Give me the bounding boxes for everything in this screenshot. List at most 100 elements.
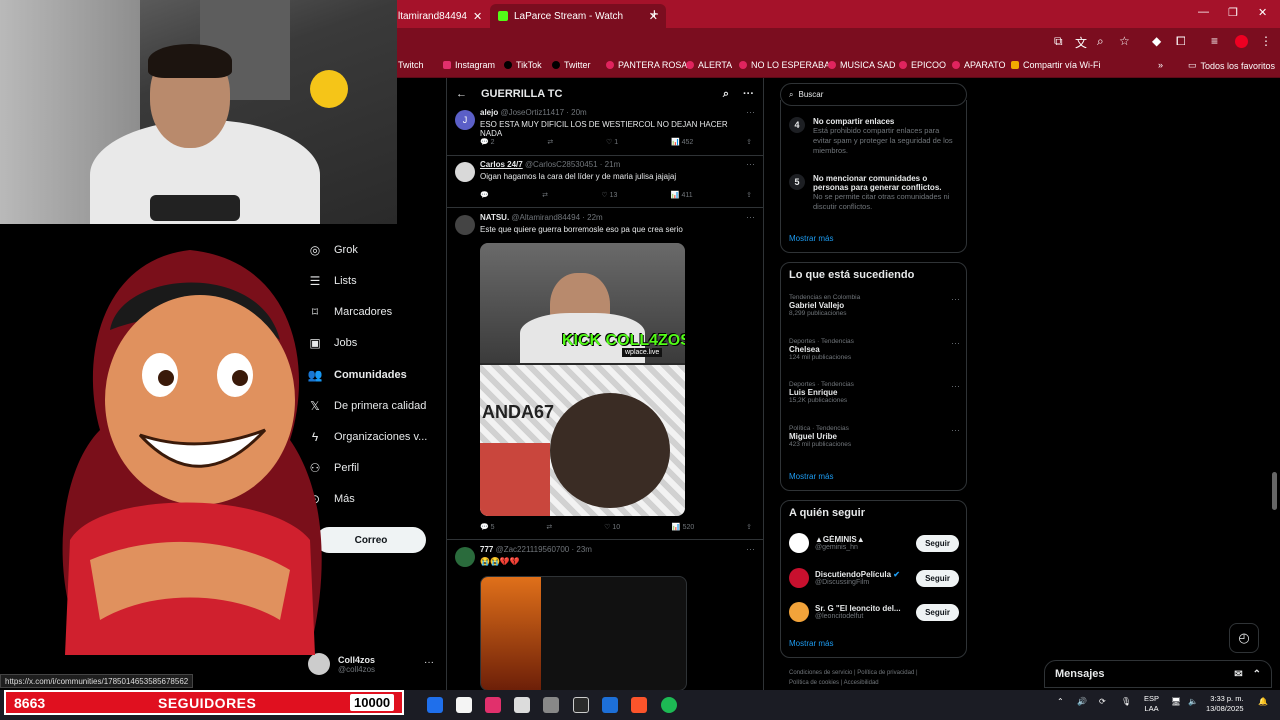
views-icon[interactable]: 📊 520 bbox=[672, 523, 694, 531]
footer-link[interactable]: Política de privacidad bbox=[857, 670, 914, 676]
tweet[interactable]: Carlos 24/7 @CarlosC28530451 · 21m ··· O… bbox=[447, 156, 763, 208]
reply-icon[interactable]: 💬 2 bbox=[480, 138, 495, 146]
tweet-more-icon[interactable]: ··· bbox=[746, 212, 755, 222]
reply-icon[interactable]: 💬 5 bbox=[480, 523, 495, 531]
extension-icon[interactable]: ◆ bbox=[1152, 34, 1161, 48]
bookmark-item[interactable]: TikTok bbox=[504, 60, 542, 70]
follow-suggestion[interactable]: DiscutiendoPelícula ✔ @DiscussingFilm Seg… bbox=[789, 568, 959, 588]
scrollbar-thumb[interactable] bbox=[1272, 472, 1277, 510]
follow-suggestion[interactable]: Sr. G "El leoncito del... ✔@leoncitodelf… bbox=[789, 602, 959, 622]
edge-icon[interactable] bbox=[427, 697, 443, 713]
network-icon[interactable]: 🖥 bbox=[1171, 697, 1181, 706]
cast-icon[interactable]: ⧉ bbox=[1054, 34, 1063, 49]
tiktok-app-icon[interactable] bbox=[485, 697, 501, 713]
retweet-icon[interactable]: ⇄ bbox=[546, 523, 552, 531]
tray-overflow-icon[interactable]: ⌃ bbox=[1057, 697, 1064, 706]
app-icon[interactable] bbox=[602, 697, 618, 713]
trend-item[interactable]: Política · Tendencias Miguel Uribe 423 mil… bbox=[789, 425, 960, 448]
mic-icon[interactable]: 🎙 bbox=[1121, 697, 1131, 706]
trend-more-icon[interactable]: ··· bbox=[951, 294, 960, 304]
notepad-icon[interactable] bbox=[514, 697, 530, 713]
bookmark-item[interactable]: MUSICA SAD bbox=[828, 60, 896, 70]
avatar[interactable] bbox=[789, 533, 809, 553]
new-tab-button[interactable]: + bbox=[650, 6, 659, 23]
trend-item[interactable]: Tendencias en Colombia Gabriel Vallejo 8,2… bbox=[789, 294, 960, 317]
tweet-media[interactable]: KICK COLL4ZOS wplace.live ANDA67 bbox=[480, 243, 685, 516]
all-bookmarks[interactable]: ▭ Todos los favoritos bbox=[1188, 60, 1275, 71]
notification-icon[interactable]: 🔔 bbox=[1258, 697, 1268, 706]
show-more-link[interactable]: Mostrar más bbox=[789, 234, 833, 243]
minimize-icon[interactable]: — bbox=[1198, 6, 1209, 18]
avatar[interactable]: J bbox=[455, 110, 475, 130]
new-message-icon[interactable]: ✉ bbox=[1234, 669, 1242, 680]
share-icon[interactable]: ⇪ bbox=[746, 523, 752, 531]
search-icon[interactable]: ⌕ bbox=[723, 88, 729, 101]
translate-icon[interactable]: 文 bbox=[1075, 34, 1087, 51]
tweet-author[interactable]: Carlos 24/7 @CarlosC28530451 · 21m bbox=[480, 160, 620, 169]
bookmark-item[interactable]: Instagram bbox=[443, 60, 495, 70]
follow-button[interactable]: Seguir bbox=[916, 569, 959, 587]
avatar[interactable] bbox=[789, 602, 809, 622]
zoom-icon[interactable]: ⌕ bbox=[1097, 34, 1104, 49]
retweet-icon[interactable]: ⇄ bbox=[547, 138, 553, 146]
star-icon[interactable]: ☆ bbox=[1119, 34, 1130, 48]
footer-link[interactable]: Condiciones de servicio bbox=[789, 670, 852, 676]
back-arrow-icon[interactable]: ← bbox=[456, 88, 467, 100]
spotify-icon[interactable] bbox=[661, 697, 677, 713]
expand-icon[interactable]: ⌃ bbox=[1253, 669, 1261, 680]
capture-icon[interactable] bbox=[573, 697, 589, 713]
avatar[interactable] bbox=[789, 568, 809, 588]
browser-tab[interactable]: ltamirand84494 ✕ bbox=[390, 4, 490, 28]
bookmark-item[interactable]: PANTERA ROSA bbox=[606, 60, 687, 70]
trend-more-icon[interactable]: ··· bbox=[951, 338, 960, 348]
footer-link[interactable]: Política de cookies bbox=[789, 680, 839, 686]
trend-more-icon[interactable]: ··· bbox=[951, 381, 960, 391]
puzzle-icon[interactable]: ⧠ bbox=[1176, 34, 1186, 49]
clock[interactable]: 3:33 p. m. 13/08/2025 bbox=[1206, 694, 1244, 714]
tweet-author[interactable]: alejo @JoseOrtiz11417 · 20m bbox=[480, 108, 587, 117]
share-icon[interactable]: ⇪ bbox=[746, 191, 752, 199]
kebab-menu-icon[interactable]: ⋮ bbox=[1260, 34, 1272, 48]
tweet[interactable]: 777 @Zac221119560700 · 23m ··· 😭😭💔💔 bbox=[447, 541, 763, 698]
show-more-link[interactable]: Mostrar más bbox=[789, 472, 833, 481]
bookmark-item[interactable]: Twitter bbox=[552, 60, 591, 70]
language-indicator[interactable]: ESP LAA bbox=[1144, 694, 1159, 714]
avatar[interactable] bbox=[455, 547, 475, 567]
messages-drawer[interactable]: Mensajes ✉ ⌃ bbox=[1044, 660, 1272, 688]
bookmarks-overflow-icon[interactable]: » bbox=[1158, 60, 1163, 70]
tweet-author[interactable]: 777 @Zac221119560700 · 23m bbox=[480, 545, 592, 554]
bookmark-item[interactable]: ALERTA bbox=[686, 60, 732, 70]
bookmark-item[interactable]: Compartir vía Wi-Fi bbox=[1011, 60, 1101, 70]
tweet[interactable]: NATSU. @Altamirand84494 · 22m ··· Este q… bbox=[447, 209, 763, 540]
follow-button[interactable]: Seguir bbox=[916, 603, 959, 621]
close-window-icon[interactable]: ✕ bbox=[1258, 6, 1267, 19]
follow-button[interactable]: Seguir bbox=[916, 534, 959, 552]
bookmark-item[interactable]: Twitch bbox=[398, 60, 424, 70]
tweet-more-icon[interactable]: ··· bbox=[746, 159, 755, 169]
views-icon[interactable]: 📊 411 bbox=[671, 191, 693, 199]
trend-item[interactable]: Deportes · Tendencias Chelsea 124 mil publ… bbox=[789, 338, 960, 361]
tweet-more-icon[interactable]: ··· bbox=[746, 107, 755, 117]
media-icon[interactable]: ≡ bbox=[1211, 34, 1218, 48]
bookmark-item[interactable]: APARATO bbox=[952, 60, 1006, 70]
bookmark-item[interactable]: EPICOO bbox=[899, 60, 946, 70]
compose-button[interactable]: Correo bbox=[316, 527, 426, 553]
file-icon[interactable] bbox=[456, 697, 472, 713]
share-icon[interactable]: ⇪ bbox=[746, 138, 752, 146]
tweet-author[interactable]: NATSU. @Altamirand84494 · 22m bbox=[480, 213, 603, 222]
account-more-icon[interactable]: ··· bbox=[424, 657, 434, 668]
grok-floating-button[interactable]: ◴ bbox=[1229, 623, 1259, 653]
like-icon[interactable]: ♡ 1 bbox=[606, 138, 618, 146]
views-icon[interactable]: 📊 452 bbox=[671, 138, 693, 146]
footer-link[interactable]: Accesibilidad bbox=[844, 680, 879, 686]
avatar[interactable] bbox=[455, 215, 475, 235]
like-icon[interactable]: ♡ 13 bbox=[601, 191, 617, 199]
trend-more-icon[interactable]: ··· bbox=[951, 425, 960, 435]
close-icon[interactable]: ✕ bbox=[473, 10, 482, 23]
follow-suggestion[interactable]: ▲GÉMINIS▲ @geminis_hn Seguir bbox=[789, 533, 959, 553]
avatar[interactable] bbox=[455, 162, 475, 182]
reply-icon[interactable]: 💬 bbox=[480, 191, 489, 199]
restore-icon[interactable]: ❐ bbox=[1228, 6, 1238, 19]
sync-icon[interactable]: ⟳ bbox=[1099, 697, 1106, 706]
speaker-icon[interactable]: 🔈 bbox=[1188, 697, 1198, 706]
